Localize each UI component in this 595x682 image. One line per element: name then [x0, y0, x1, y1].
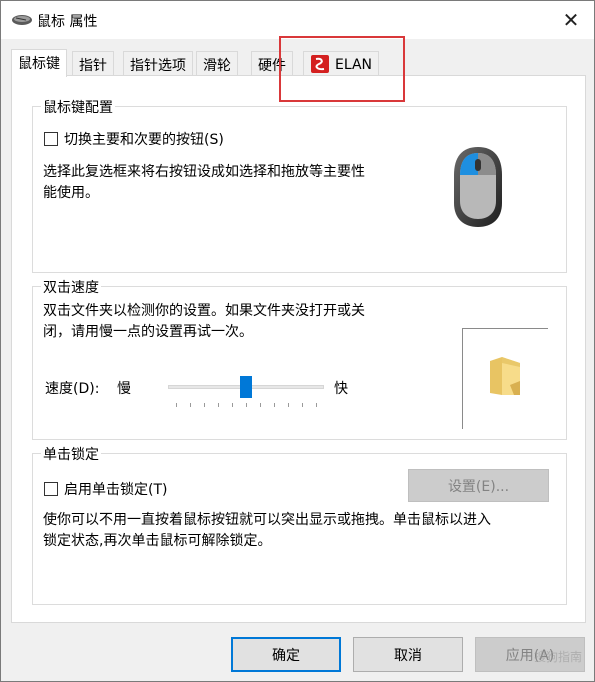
close-icon: ✕: [562, 8, 580, 32]
enable-click-lock-checkbox[interactable]: 启用单击锁定(T): [44, 479, 167, 499]
checkbox-box[interactable]: [44, 482, 58, 496]
elan-logo-icon: [311, 55, 329, 73]
slider-tick: [260, 403, 261, 407]
switch-buttons-checkbox[interactable]: 切换主要和次要的按钮(S): [44, 129, 224, 149]
tab-pointer-options[interactable]: 指针选项: [123, 51, 193, 76]
tab-panel: 鼠标键配置 切换主要和次要的按钮(S) 选择此复选框来将右按钮设成如选择和拖放等…: [11, 75, 586, 623]
fast-label: 快: [334, 381, 348, 397]
mouse-illustration-icon: [454, 147, 502, 227]
double-click-test-area[interactable]: [462, 328, 548, 429]
click-lock-settings-button[interactable]: 设置(E)...: [408, 469, 549, 502]
close-button[interactable]: ✕: [548, 1, 594, 39]
double-click-description: 双击文件夹以检测你的设置。如果文件夹没打开或关 闭，请用慢一点的设置再试一次。: [43, 303, 365, 340]
window-title: 鼠标 属性: [37, 14, 98, 30]
speed-slider-thumb[interactable]: [240, 376, 252, 398]
mouse-icon: [12, 15, 32, 25]
folder-icon[interactable]: [488, 355, 522, 397]
mouse-properties-window: 鼠标 属性 ✕ 鼠标键 指针 指针选项 滑轮 硬件 ELAN 鼠标键配置 切换主…: [0, 0, 595, 682]
click-lock-description: 使你可以不用一直按着鼠标按钮就可以突出显示或拖拽。单击鼠标以进入 锁定状态,再次…: [43, 512, 491, 549]
slider-tick: [190, 403, 191, 407]
tab-wheel[interactable]: 滑轮: [196, 51, 238, 76]
button-config-group: 鼠标键配置 切换主要和次要的按钮(S) 选择此复选框来将右按钮设成如选择和拖放等…: [32, 97, 567, 273]
checkbox-box[interactable]: [44, 132, 58, 146]
watermark: 搜狗指南: [533, 650, 582, 664]
slider-tick: [232, 403, 233, 407]
double-click-group: 双击速度 双击文件夹以检测你的设置。如果文件夹没打开或关 闭，请用慢一点的设置再…: [32, 277, 567, 440]
click-lock-group: 单击锁定 启用单击锁定(T) 设置(E)... 使你可以不用一直按着鼠标按钮就可…: [32, 444, 567, 605]
tab-elan[interactable]: ELAN: [303, 51, 380, 76]
slider-tick: [246, 403, 247, 407]
slider-tick: [218, 403, 219, 407]
tab-hardware[interactable]: 硬件: [251, 51, 293, 76]
ok-button[interactable]: 确定: [231, 637, 341, 672]
slow-label: 慢: [117, 381, 131, 397]
slider-tick: [176, 403, 177, 407]
button-config-title: 鼠标键配置: [41, 97, 115, 117]
title-bar: 鼠标 属性 ✕: [1, 1, 594, 39]
cancel-button[interactable]: 取消: [353, 637, 463, 672]
slider-tick: [288, 403, 289, 407]
tab-buttons[interactable]: 鼠标键: [11, 49, 67, 77]
tab-strip: 鼠标键 指针 指针选项 滑轮 硬件 ELAN: [11, 49, 586, 77]
slider-tick: [316, 403, 317, 407]
slider-tick: [204, 403, 205, 407]
double-click-title: 双击速度: [41, 277, 101, 297]
click-lock-title: 单击锁定: [41, 444, 101, 464]
slider-tick: [302, 403, 303, 407]
speed-label: 速度(D):: [45, 381, 100, 397]
button-config-description: 选择此复选框来将右按钮设成如选择和拖放等主要性 能使用。: [43, 164, 365, 201]
slider-tick: [274, 403, 275, 407]
tab-pointers[interactable]: 指针: [72, 51, 114, 76]
